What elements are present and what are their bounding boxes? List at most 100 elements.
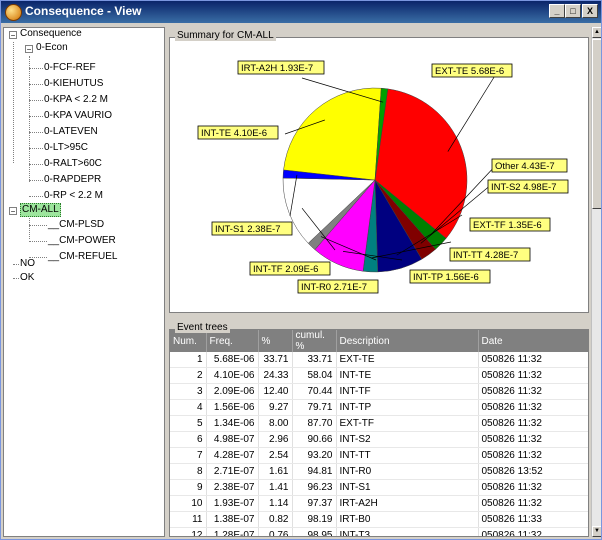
collapse-consequence-icon[interactable]: − [9, 31, 17, 40]
collapse-econ-icon[interactable]: − [25, 45, 33, 54]
table-row[interactable]: 8 2.71E-07 1.61 94.81 INT-R0 050826 13:52 [170, 463, 588, 480]
consequence-window: Consequence - View _ □ X − Consequence −… [0, 0, 602, 540]
table-cell: 050826 11:32 [478, 383, 588, 400]
table-cell: 5 [170, 415, 207, 432]
table-cell: 79.71 [292, 399, 337, 416]
table-cell: 050826 11:32 [478, 399, 588, 416]
vertical-scrollbar[interactable]: ▲ ▼ [591, 27, 601, 537]
table-cell: 6 [170, 431, 207, 448]
table-cell: 0.76 [258, 527, 293, 536]
table-row[interactable]: 5 1.34E-06 8.00 87.70 EXT-TF 050826 11:32 [170, 415, 588, 432]
table-cell: INT-S1 [336, 479, 479, 496]
table-cell: 050826 13:52 [478, 463, 588, 480]
table-cell: 90.66 [292, 431, 337, 448]
table-cell: 93.20 [292, 447, 337, 464]
tree-item-econ-child[interactable]: 0-KPA VAURIO [44, 110, 112, 122]
col-cumul[interactable]: cumul. % [292, 330, 337, 352]
pie-label: INT-TF 2.09E-6 [253, 264, 318, 275]
table-cell: 050826 11:32 [478, 367, 588, 384]
table-cell: INT-T3 [336, 527, 479, 536]
table-row[interactable]: 12 1.28E-07 0.76 98.95 INT-T3 050826 11:32 [170, 527, 588, 536]
pie-label: INT-S2 4.98E-7 [491, 182, 556, 193]
tree-item-econ-child[interactable]: 0-FCF-REF [44, 62, 96, 74]
table-cell: 050826 11:32 [478, 415, 588, 432]
tree-item-econ-child[interactable]: 0-RAPDEPR [44, 174, 101, 186]
tree-item-econ-child[interactable]: 0-RALT>60C [44, 158, 102, 170]
table-cell: 3 [170, 383, 207, 400]
event-table: Num. Freq. % cumul. % Description Date 1… [170, 330, 588, 536]
table-cell: EXT-TF [336, 415, 479, 432]
table-cell: 94.81 [292, 463, 337, 480]
table-cell: EXT-TE [336, 352, 479, 368]
table-cell: 1.14 [258, 495, 293, 512]
table-cell: 97.37 [292, 495, 337, 512]
table-cell: INT-S2 [336, 431, 479, 448]
consequence-tree: − Consequence − 0-Econ 0-FCF-REF 0-KIEHU… [3, 27, 165, 537]
close-button[interactable]: X [582, 4, 598, 18]
table-cell: 050826 11:32 [478, 527, 588, 536]
tree-item-cm-child[interactable]: __CM-REFUEL [48, 251, 117, 263]
title-bar[interactable]: Consequence - View _ □ X [1, 1, 601, 23]
table-row[interactable]: 11 1.38E-07 0.82 98.19 IRT-B0 050826 11:33 [170, 511, 588, 528]
table-cell: 12.40 [258, 383, 293, 400]
table-row[interactable]: 10 1.93E-07 1.14 97.37 IRT-A2H 050826 11:32 [170, 495, 588, 512]
table-cell: 8 [170, 463, 207, 480]
table-row[interactable]: 2 4.10E-06 24.33 58.04 INT-TE 050826 11:32 [170, 367, 588, 384]
tree-item-econ-child[interactable]: 0-KPA < 2.2 M [44, 94, 108, 106]
right-pane: EXT-TE 5.68E-6 Other 4.43E-7 INT-S2 4.98E-… [169, 27, 589, 537]
tree-line [13, 42, 14, 163]
col-description[interactable]: Description [336, 330, 479, 352]
tree-item-econ[interactable]: 0-Econ [36, 42, 68, 54]
table-cell: 98.95 [292, 527, 337, 536]
tree-item-econ-child[interactable]: 0-LT>95C [44, 142, 88, 154]
table-cell: 1.41 [258, 479, 293, 496]
pie-label: INT-R0 2.71E-7 [301, 282, 367, 293]
minimize-button[interactable]: _ [549, 4, 565, 18]
tree-item-cm-all[interactable]: CM-ALL [20, 203, 61, 217]
table-cell: 050826 11:32 [478, 431, 588, 448]
col-percent[interactable]: % [258, 330, 293, 352]
tree-item-cm-child[interactable]: __CM-PLSD [48, 219, 104, 231]
table-row[interactable]: 9 2.38E-07 1.41 96.23 INT-S1 050826 11:32 [170, 479, 588, 496]
table-row[interactable]: 1 5.68E-06 33.71 33.71 EXT-TE 050826 11:32 [170, 352, 588, 368]
table-cell: 2.38E-07 [206, 479, 259, 496]
table-cell: 1.38E-07 [206, 511, 259, 528]
table-cell: 11 [170, 511, 207, 528]
table-cell: 2 [170, 367, 207, 384]
tree-item-econ-child[interactable]: 0-RP < 2.2 M [44, 190, 103, 202]
table-cell: 2.71E-07 [206, 463, 259, 480]
table-cell: 050826 11:32 [478, 352, 588, 368]
tree-item-no[interactable]: NO [20, 258, 35, 270]
table-row[interactable]: 7 4.28E-07 2.54 93.20 INT-TT 050826 11:32 [170, 447, 588, 464]
table-cell: INT-R0 [336, 463, 479, 480]
tree-item-cm-child[interactable]: __CM-POWER [48, 235, 116, 247]
table-row[interactable]: 4 1.56E-06 9.27 79.71 INT-TP 050826 11:32 [170, 399, 588, 416]
col-date[interactable]: Date [478, 330, 588, 352]
col-freq[interactable]: Freq. [206, 330, 259, 352]
table-row[interactable]: 6 4.98E-07 2.96 90.66 INT-S2 050826 11:32 [170, 431, 588, 448]
event-trees-panel: Num. Freq. % cumul. % Description Date 1… [169, 329, 589, 537]
tree-item-ok[interactable]: OK [20, 272, 34, 284]
pie-label: IRT-A2H 1.93E-7 [241, 63, 313, 74]
scroll-thumb[interactable] [592, 39, 601, 209]
pie-label: EXT-TE 5.68E-6 [435, 66, 504, 77]
collapse-cm-all-icon[interactable]: − [9, 207, 17, 216]
tree-item-consequence[interactable]: Consequence [20, 28, 82, 40]
table-cell: INT-TE [336, 367, 479, 384]
table-row[interactable]: 3 2.09E-06 12.40 70.44 INT-TF 050826 11:32 [170, 383, 588, 400]
table-cell: 2.54 [258, 447, 293, 464]
scroll-up-icon[interactable]: ▲ [592, 27, 601, 38]
table-cell: 0.82 [258, 511, 293, 528]
table-cell: 96.23 [292, 479, 337, 496]
table-cell: 050826 11:33 [478, 511, 588, 528]
tree-item-econ-child[interactable]: 0-KIEHUTUS [44, 78, 103, 90]
pie-label: INT-TP 1.56E-6 [413, 272, 479, 283]
col-num[interactable]: Num. [170, 330, 207, 352]
maximize-button[interactable]: □ [565, 4, 581, 18]
pie-label: INT-TE 4.10E-6 [201, 128, 267, 139]
pie-label: EXT-TF 1.35E-6 [473, 220, 542, 231]
tree-item-econ-child[interactable]: 0-LATEVEN [44, 126, 98, 138]
scroll-down-icon[interactable]: ▼ [592, 526, 601, 537]
pie-label: INT-TT 4.28E-7 [453, 250, 518, 261]
pie-slice [283, 87, 382, 181]
